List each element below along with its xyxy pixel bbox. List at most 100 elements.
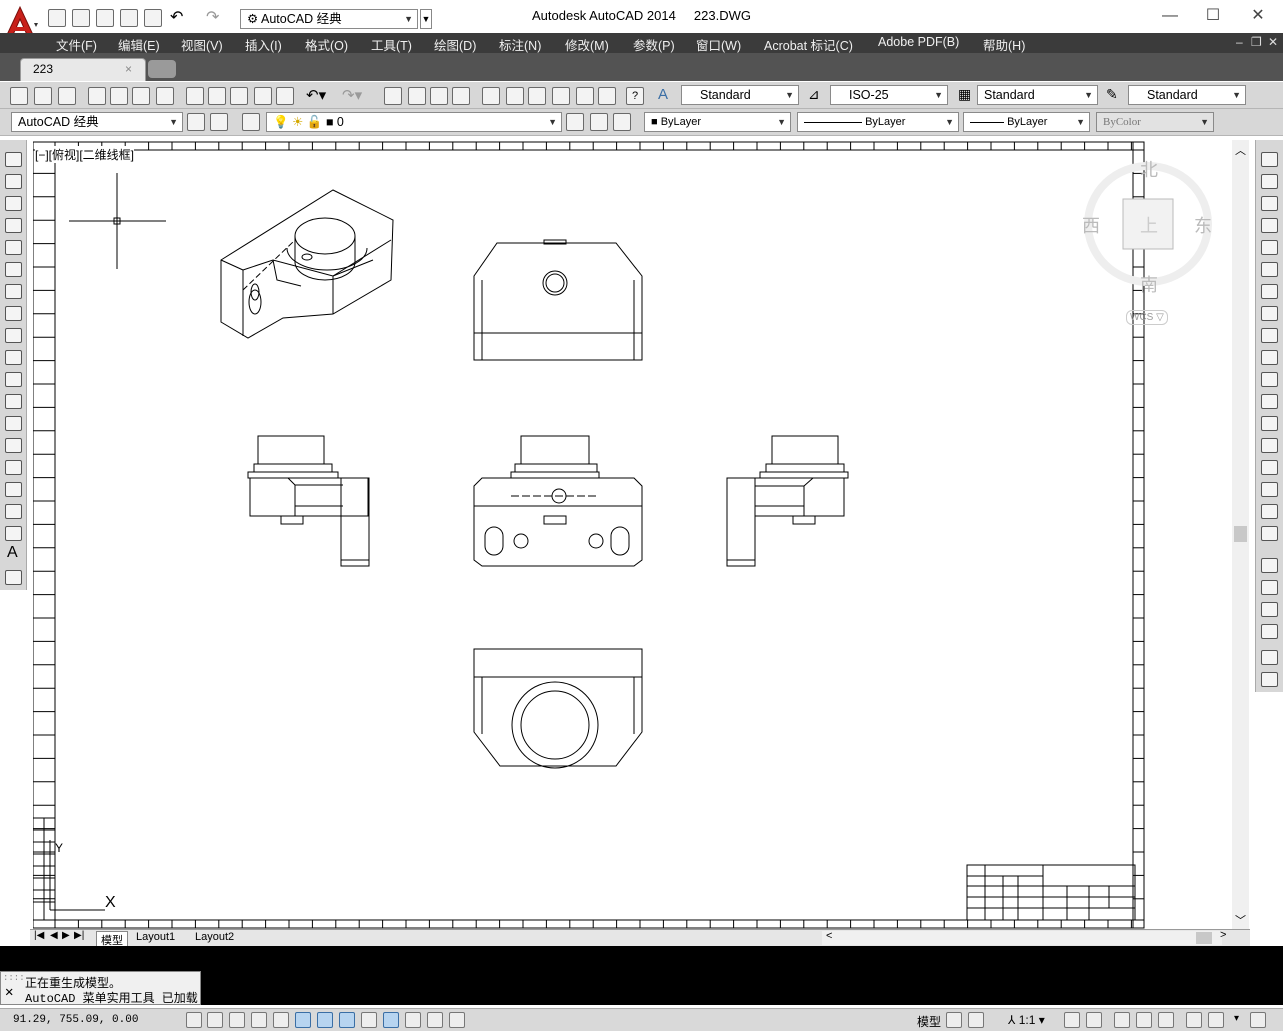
lineweight-select[interactable]: ByLayer ▼ [963, 112, 1090, 132]
quickcalc-icon[interactable] [598, 87, 616, 105]
annotation-visibility-icon[interactable] [1064, 1012, 1080, 1028]
transparency-icon[interactable] [427, 1012, 443, 1028]
insert-block-icon[interactable] [5, 394, 22, 409]
trim-icon[interactable] [1261, 350, 1278, 365]
mirror-icon[interactable] [1261, 196, 1278, 211]
layer-previous-icon[interactable] [590, 113, 608, 131]
menu-help[interactable]: 帮助(H) [983, 35, 1025, 54]
auto-scale-icon[interactable] [1086, 1012, 1102, 1028]
tab-close-icon[interactable]: × [125, 62, 132, 76]
save-file-icon[interactable] [58, 87, 76, 105]
send-under-icon[interactable] [1261, 624, 1278, 639]
make-current-layer-icon[interactable] [566, 113, 584, 131]
workspace-switching-icon[interactable] [1114, 1012, 1130, 1028]
hardware-acceleration-icon[interactable] [1186, 1012, 1202, 1028]
menu-dimension[interactable]: 标注(N) [499, 35, 541, 54]
workspace-toolbar-select[interactable]: AutoCAD 经典 ▼ [11, 112, 183, 132]
hatch-icon[interactable] [5, 460, 22, 475]
quick-properties-icon[interactable] [449, 1012, 465, 1028]
design-center-icon[interactable] [506, 87, 524, 105]
stretch-icon[interactable] [1261, 328, 1278, 343]
doc-restore-button[interactable]: ❐ [1251, 35, 1262, 49]
drawing-canvas[interactable]: Y X [−][俯视][二维线框] [33, 140, 1145, 929]
vertical-scrollbar[interactable]: ︿ ﹀ [1232, 140, 1249, 930]
horizontal-scrollbar[interactable]: < [822, 930, 1222, 945]
first-layout-icon[interactable]: |◀ [34, 930, 44, 941]
quick-view-layouts-icon[interactable] [946, 1012, 962, 1028]
scroll-up-icon[interactable]: ︿ [1235, 142, 1246, 158]
hatch-to-back-icon[interactable] [1261, 672, 1278, 687]
markup-icon[interactable] [576, 87, 594, 105]
layer-properties-icon[interactable] [242, 113, 260, 131]
snap-mode-icon[interactable] [207, 1012, 223, 1028]
table-icon[interactable] [5, 526, 22, 541]
color-select[interactable]: ■ ByLayer ▼ [644, 112, 791, 132]
viewcube-west[interactable]: 西 [1082, 212, 1100, 238]
menu-view[interactable]: 视图(V) [181, 35, 223, 54]
tab-layout2[interactable]: Layout2 [195, 931, 234, 943]
infer-constraints-icon[interactable] [186, 1012, 202, 1028]
scroll-right-icon[interactable]: > [1220, 929, 1226, 941]
polar-tracking-icon[interactable] [273, 1012, 289, 1028]
properties-icon[interactable] [482, 87, 500, 105]
menu-draw[interactable]: 绘图(D) [434, 35, 476, 54]
dynamic-input-icon[interactable] [383, 1012, 399, 1028]
grip-icon[interactable]: :::: [3, 973, 25, 983]
gradient-icon[interactable] [5, 482, 22, 497]
join-icon[interactable] [1261, 438, 1278, 453]
text-style-select[interactable]: Standard ▼ [681, 85, 799, 105]
arc-icon[interactable] [5, 262, 22, 277]
paste-icon[interactable] [230, 87, 248, 105]
zoom-previous-icon[interactable] [452, 87, 470, 105]
object-snap-icon[interactable] [295, 1012, 311, 1028]
quick-view-drawings-icon[interactable] [968, 1012, 984, 1028]
print-icon[interactable] [88, 87, 106, 105]
menu-acrobat[interactable]: Acrobat 标记(C) [764, 35, 853, 54]
rotate-icon[interactable] [1261, 284, 1278, 299]
copy-object-icon[interactable] [1261, 174, 1278, 189]
fillet-icon[interactable] [1261, 482, 1278, 497]
explode-icon[interactable] [1261, 526, 1278, 541]
array-icon[interactable] [1261, 240, 1278, 255]
ellipse-arc-icon[interactable] [5, 372, 22, 387]
status-menu-icon[interactable]: ▾ [1234, 1013, 1239, 1024]
object-snap-tracking-icon[interactable] [339, 1012, 355, 1028]
offset-icon[interactable] [1261, 218, 1278, 233]
zoom-window-icon[interactable] [430, 87, 448, 105]
polygon-icon[interactable] [5, 218, 22, 233]
layer-select[interactable]: 💡 ☀ 🔓 ■ 0 ▼ [266, 112, 562, 132]
viewcube-top-face[interactable]: 上 [1140, 212, 1158, 238]
close-button[interactable]: ✕ [1238, 4, 1278, 28]
break-icon[interactable] [1261, 416, 1278, 431]
doc-close-button[interactable]: ✕ [1268, 35, 1278, 49]
move-icon[interactable] [1261, 262, 1278, 277]
menu-edit[interactable]: 编辑(E) [118, 35, 160, 54]
copy-icon[interactable] [208, 87, 226, 105]
open-file-icon[interactable] [34, 87, 52, 105]
workspace-settings-icon[interactable] [187, 113, 205, 131]
dynamic-ucs-icon[interactable] [361, 1012, 377, 1028]
point-icon[interactable] [5, 438, 22, 453]
3d-dwf-icon[interactable] [156, 87, 174, 105]
text-to-front-icon[interactable] [1261, 650, 1278, 665]
lineweight-icon[interactable] [405, 1012, 421, 1028]
break-at-point-icon[interactable] [1261, 394, 1278, 409]
annotation-scale[interactable]: ⅄ 1:1 ▾ [1008, 1013, 1045, 1027]
lightbulb-icon[interactable] [1208, 1012, 1224, 1028]
toolbar-redo-icon[interactable]: ↷▾ [342, 86, 362, 104]
toolbar-undo-icon[interactable]: ↶▾ [306, 86, 326, 104]
blend-curves-icon[interactable] [1261, 504, 1278, 519]
polyline-icon[interactable] [5, 196, 22, 211]
bring-to-front-icon[interactable] [1261, 558, 1278, 573]
ellipse-icon[interactable] [5, 350, 22, 365]
lock-ui-icon[interactable] [1136, 1012, 1152, 1028]
viewcube[interactable]: 北 西 东 南 上 WCS ▽ [1080, 150, 1220, 330]
tab-223[interactable]: 223 × [20, 58, 146, 81]
erase-icon[interactable] [1261, 152, 1278, 167]
maximize-button[interactable]: ☐ [1193, 4, 1233, 28]
tool-palettes-icon[interactable] [528, 87, 546, 105]
new-tab-button[interactable] [148, 60, 176, 78]
linetype-select[interactable]: ByLayer ▼ [797, 112, 959, 132]
viewcube-east[interactable]: 东 [1194, 212, 1212, 238]
dim-style-select[interactable]: ISO-25 ▼ [830, 85, 948, 105]
